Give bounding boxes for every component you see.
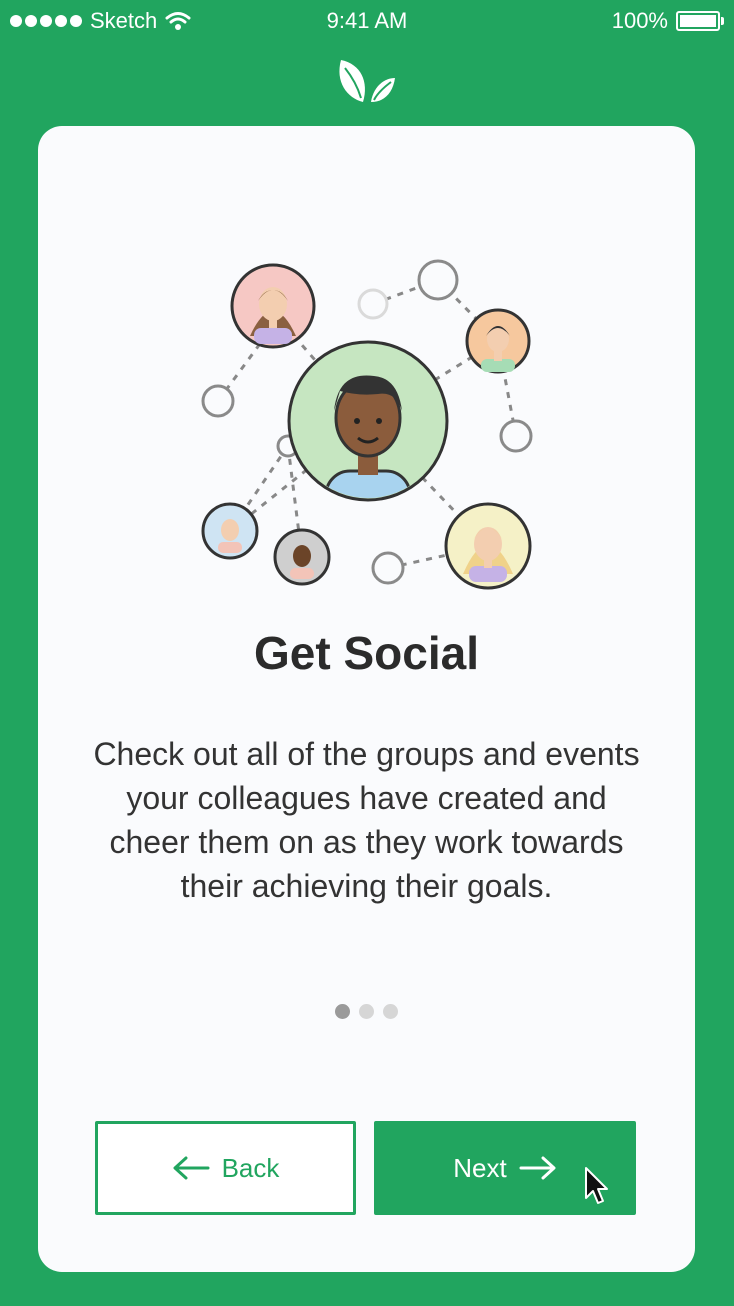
avatar-man-green-shirt: [465, 308, 531, 374]
page-description: Check out all of the groups and events y…: [93, 736, 640, 904]
avatar-woman-blonde: [444, 502, 532, 590]
avatar-man-center: [287, 340, 449, 502]
page-dot-active: [335, 1004, 350, 1019]
page-title: Get Social: [254, 627, 479, 679]
status-bar: Sketch 9:41 AM 100%: [0, 0, 734, 40]
status-right: 100%: [611, 8, 724, 34]
page-dot: [383, 1004, 398, 1019]
onboarding-card: Get Social Check out all of the groups a…: [38, 126, 695, 1272]
avatar-woman-small-left: [201, 502, 259, 560]
battery-icon: [676, 11, 724, 31]
battery-percent: 100%: [611, 8, 668, 33]
arrow-left-icon: [173, 1156, 210, 1180]
back-button[interactable]: Back: [95, 1121, 356, 1215]
social-network-illustration: [201, 259, 533, 590]
page-indicator: [38, 1004, 695, 1019]
empty-node: [357, 288, 389, 320]
mouse-cursor-icon: [585, 1167, 608, 1204]
avatar-woman-small-dark: [273, 528, 331, 586]
empty-node: [499, 419, 533, 453]
avatar-woman-brown-hair: [230, 263, 316, 349]
next-button-label: Next: [453, 1152, 507, 1183]
page-dot: [359, 1004, 374, 1019]
empty-node: [417, 259, 459, 301]
arrow-right-icon: [519, 1156, 556, 1180]
leaf-logo-icon: [339, 60, 395, 102]
empty-node: [201, 384, 235, 418]
back-button-label: Back: [221, 1152, 280, 1183]
empty-node: [371, 551, 405, 585]
